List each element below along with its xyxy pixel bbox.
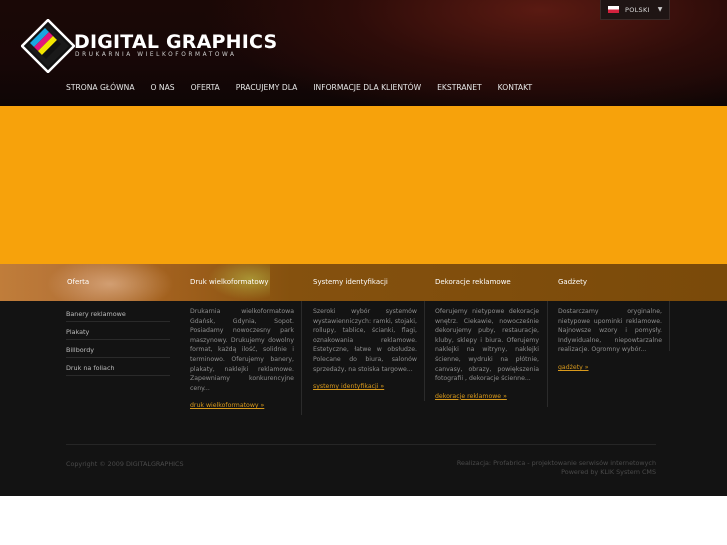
credits: Realizacja: Profabrica - projektowanie s… xyxy=(330,459,656,477)
dekoracje-column: Oferujemy nietypowe dekoracje wnętrz. Ci… xyxy=(435,307,539,401)
colhead-dekoracje: Dekoracje reklamowe xyxy=(435,278,511,286)
druk-more-link[interactable]: druk wielkoformatowy » xyxy=(190,401,294,411)
copyright: Copyright © 2009 DIGITALGRAPHICS xyxy=(66,460,184,468)
divider xyxy=(301,301,302,415)
poland-flag-icon xyxy=(608,6,619,13)
list-item-billbordy[interactable]: Billbordy xyxy=(66,340,170,358)
logo-title: DIGITAL GRAPHICS xyxy=(74,31,278,53)
credit-realizacja[interactable]: Realizacja: Profabrica - projektowanie s… xyxy=(330,459,656,468)
divider xyxy=(424,301,425,401)
list-item-plakaty[interactable]: Plakaty xyxy=(66,322,170,340)
list-item-druk-na-foliach[interactable]: Druk na foliach xyxy=(66,358,170,376)
page: DIGITAL GRAPHICS DRUKARNIA WIELKOFORMATO… xyxy=(0,0,727,545)
dropdown-arrow-icon: ▼ xyxy=(657,6,663,13)
dekoracje-more-link[interactable]: dekoracje reklamowe » xyxy=(435,392,539,402)
dekoracje-text: Oferujemy nietypowe dekoracje wnętrz. Ci… xyxy=(435,308,539,383)
colhead-systemy: Systemy identyfikacji xyxy=(313,278,388,286)
header: DIGITAL GRAPHICS DRUKARNIA WIELKOFORMATO… xyxy=(0,0,727,106)
divider xyxy=(669,301,670,351)
divider xyxy=(547,301,548,407)
nav-oferta[interactable]: OFERTA xyxy=(191,83,220,92)
nav-pracujemy-dla[interactable]: PRACUJEMY DLA xyxy=(236,83,298,92)
colhead-oferta: Oferta xyxy=(67,278,90,286)
oferta-list: Banery reklamowe Plakaty Billbordy Druk … xyxy=(66,304,170,376)
nav-strona-glowna[interactable]: STRONA GŁÓWNA xyxy=(66,83,135,92)
nav-o-nas[interactable]: O NAS xyxy=(151,83,175,92)
systemy-column: Szeroki wybór systemów wystawienniczych:… xyxy=(313,307,417,392)
gadzety-column: Dostarczamy oryginalne, nietypowe upomin… xyxy=(558,307,662,373)
footer-divider xyxy=(66,444,656,445)
list-item-banery[interactable]: Banery reklamowe xyxy=(66,304,170,322)
systemy-text: Szeroki wybór systemów wystawienniczych:… xyxy=(313,308,417,373)
credit-powered-by[interactable]: Powered by KLIK System CMS xyxy=(330,468,656,477)
druk-text: Drukarnia wielkoformatowa Gdańsk, Gdynia… xyxy=(190,308,294,392)
colhead-gadzety: Gadżety xyxy=(558,278,588,286)
gadzety-text: Dostarczamy oryginalne, nietypowe upomin… xyxy=(558,308,662,354)
gadzety-more-link[interactable]: gadżety » xyxy=(558,363,662,373)
colhead-druk: Druk wielkoformatowy xyxy=(190,278,269,286)
druk-column: Drukarnia wielkoformatowa Gdańsk, Gdynia… xyxy=(190,307,294,411)
logo-subtitle: DRUKARNIA WIELKOFORMATOWA xyxy=(75,52,237,58)
main-nav: STRONA GŁÓWNA O NAS OFERTA PRACUJEMY DLA… xyxy=(66,83,548,92)
language-selector[interactable]: POLSKI ▼ xyxy=(600,0,670,20)
banner xyxy=(0,106,727,264)
cmyk-diamond-icon xyxy=(21,19,75,73)
nav-informacje[interactable]: INFORMACJE DLA KLIENTÓW xyxy=(313,83,421,92)
systemy-more-link[interactable]: systemy identyfikacji » xyxy=(313,382,417,392)
nav-ekstranet[interactable]: EKSTRANET xyxy=(437,83,482,92)
logo[interactable]: DIGITAL GRAPHICS DRUKARNIA WIELKOFORMATO… xyxy=(21,19,277,73)
language-label: POLSKI xyxy=(625,5,650,14)
nav-kontakt[interactable]: KONTAKT xyxy=(498,83,533,92)
